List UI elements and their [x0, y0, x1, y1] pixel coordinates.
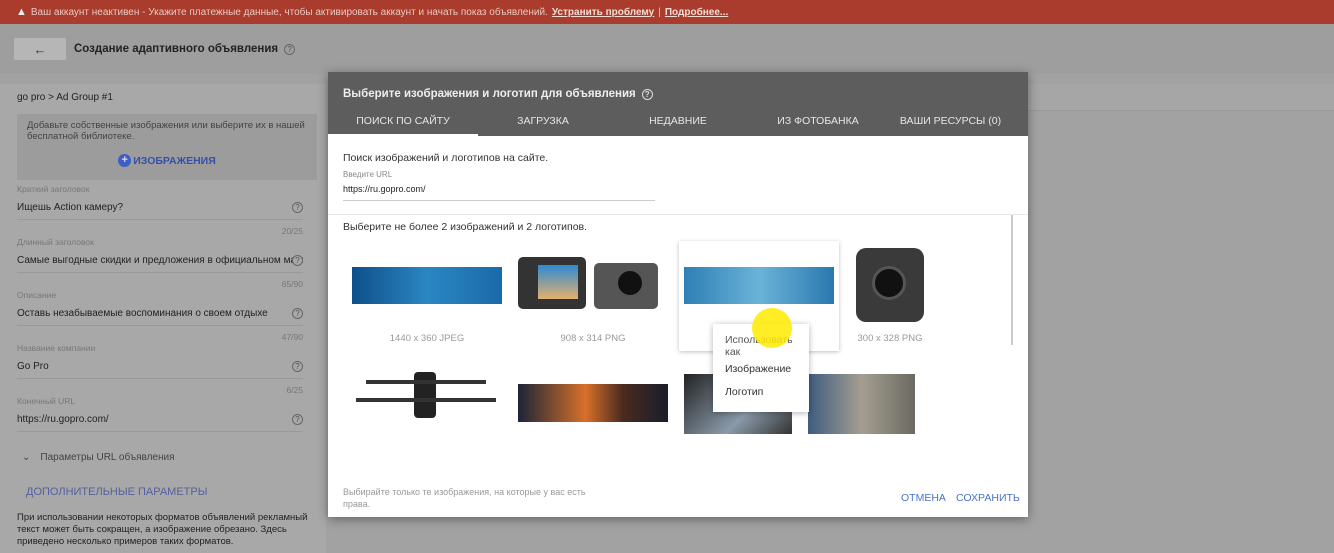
page-header: ← Создание адаптивного объявления ?: [0, 24, 1334, 74]
more-link[interactable]: Подробнее...: [665, 7, 728, 18]
char-count: 6/25: [286, 385, 303, 395]
back-button[interactable]: ←: [14, 38, 66, 60]
menu-item-logo[interactable]: Логотип: [725, 386, 763, 398]
pick-hint: Выберите не более 2 изображений и 2 лого…: [343, 221, 588, 233]
final-url-field[interactable]: Конечный URL https://ru.gopro.com/?: [17, 396, 303, 432]
cursor-highlight: [752, 308, 792, 348]
right-panel: [1028, 84, 1334, 111]
image-picker-dialog: Выберите изображения и логотип для объяв…: [328, 72, 1028, 517]
url-input[interactable]: https://ru.gopro.com/: [343, 184, 655, 201]
breadcrumb[interactable]: go pro > Ad Group #1: [17, 92, 113, 103]
field-label: Длинный заголовок: [17, 237, 94, 247]
field-value[interactable]: Самые выгодные скидки и предложения в оф…: [17, 255, 303, 266]
add-images-text: Добавьте собственные изображения или выб…: [27, 120, 305, 142]
dialog-header: Выберите изображения и логотип для объяв…: [328, 72, 1028, 136]
tab-recent[interactable]: НЕДАВНИЕ: [608, 106, 748, 136]
inactive-account-banner: ▲ Ваш аккаунт неактивен - Укажите платеж…: [0, 0, 1334, 24]
image-caption: 908 x 314 PNG: [560, 333, 626, 344]
image-caption: 1440 x 360 JPEG: [389, 333, 465, 344]
banner-text: Ваш аккаунт неактивен - Укажите платежны…: [30, 6, 548, 18]
image-thumbnail-people[interactable]: [808, 374, 915, 434]
help-icon[interactable]: ?: [292, 361, 303, 372]
char-count: 65/90: [281, 279, 303, 289]
warning-icon: ▲: [16, 6, 27, 18]
field-value[interactable]: Go Pro: [17, 361, 49, 372]
field-label: Описание: [17, 290, 57, 300]
help-icon[interactable]: ?: [641, 89, 653, 100]
field-label: Название компании: [17, 343, 96, 353]
dialog-tabs: ПОИСК ПО САЙТУ ЗАГРУЗКА НЕДАВНИЕ ИЗ ФОТО…: [328, 106, 1028, 136]
help-icon[interactable]: ?: [292, 202, 303, 213]
url-params-toggle[interactable]: ⌄ Параметры URL объявления: [22, 452, 175, 463]
fix-problem-link[interactable]: Устранить проблему: [552, 7, 654, 18]
char-count: 47/90: [281, 332, 303, 342]
divider: [328, 214, 1028, 215]
help-icon[interactable]: ?: [292, 414, 303, 425]
field-value[interactable]: Оставь незабываемые воспоминания о своем…: [17, 308, 268, 319]
tab-site-search[interactable]: ПОИСК ПО САЙТУ: [328, 106, 478, 136]
advanced-params-link[interactable]: ДОПОЛНИТЕЛЬНЫЕ ПАРАМЕТРЫ: [26, 486, 207, 498]
cancel-button[interactable]: ОТМЕНА: [901, 492, 946, 504]
add-images-label: ИЗОБРАЖЕНИЯ: [133, 154, 216, 167]
tab-your-assets[interactable]: ВАШИ РЕСУРСЫ (0): [888, 106, 1013, 136]
plus-icon: +: [118, 154, 132, 167]
url-params-label: Параметры URL объявления: [40, 452, 175, 463]
help-icon[interactable]: ?: [292, 255, 303, 266]
char-count: 20/25: [281, 226, 303, 236]
tab-upload[interactable]: ЗАГРУЗКА: [478, 106, 608, 136]
banner-separator: |: [658, 6, 661, 18]
field-value[interactable]: https://ru.gopro.com/: [17, 414, 109, 425]
field-label: Конечный URL: [17, 396, 76, 406]
tab-stock[interactable]: ИЗ ФОТОБАНКА: [748, 106, 888, 136]
add-images-box: Добавьте собственные изображения или выб…: [17, 114, 317, 180]
rights-note: Выбирайте только те изображения, на кото…: [343, 487, 586, 509]
format-note: При использовании некоторых форматов объ…: [17, 512, 308, 547]
help-icon[interactable]: ?: [292, 308, 303, 319]
menu-item-image[interactable]: Изображение: [725, 363, 791, 375]
image-thumbnail-canyon[interactable]: [518, 384, 668, 422]
scrollbar[interactable]: [1011, 215, 1013, 345]
long-headline-field[interactable]: Длинный заголовок Самые выгодные скидки …: [17, 237, 303, 289]
description-field[interactable]: Описание Оставь незабываемые воспоминани…: [17, 290, 303, 342]
field-label: Краткий заголовок: [17, 184, 90, 194]
add-images-button[interactable]: + ИЗОБРАЖЕНИЯ: [27, 154, 307, 167]
business-name-field[interactable]: Название компании Go Pro? 6/25: [17, 343, 303, 395]
short-headline-field[interactable]: Краткий заголовок Ищешь Action камеру?? …: [17, 184, 303, 236]
image-thumbnail-drone[interactable]: [356, 362, 496, 422]
image-thumbnail-underwater[interactable]: [352, 267, 502, 304]
page-title: Создание адаптивного объявления: [74, 43, 279, 55]
url-label: Введите URL: [343, 170, 393, 179]
image-caption: 300 x 328 PNG: [857, 333, 923, 344]
help-icon[interactable]: ?: [284, 43, 296, 55]
save-button[interactable]: СОХРАНИТЬ: [956, 492, 1020, 504]
image-thumbnail-cameras[interactable]: [518, 257, 658, 312]
dialog-title: Выберите изображения и логотип для объяв…: [343, 88, 636, 100]
chevron-down-icon: ⌄: [22, 452, 31, 463]
search-hint: Поиск изображений и логотипов на сайте.: [343, 152, 549, 164]
image-thumbnail-fusion-camera[interactable]: [856, 248, 924, 322]
field-value[interactable]: Ищешь Action камеру?: [17, 202, 123, 213]
ad-form: go pro > Ad Group #1 Добавьте собственны…: [0, 84, 326, 553]
